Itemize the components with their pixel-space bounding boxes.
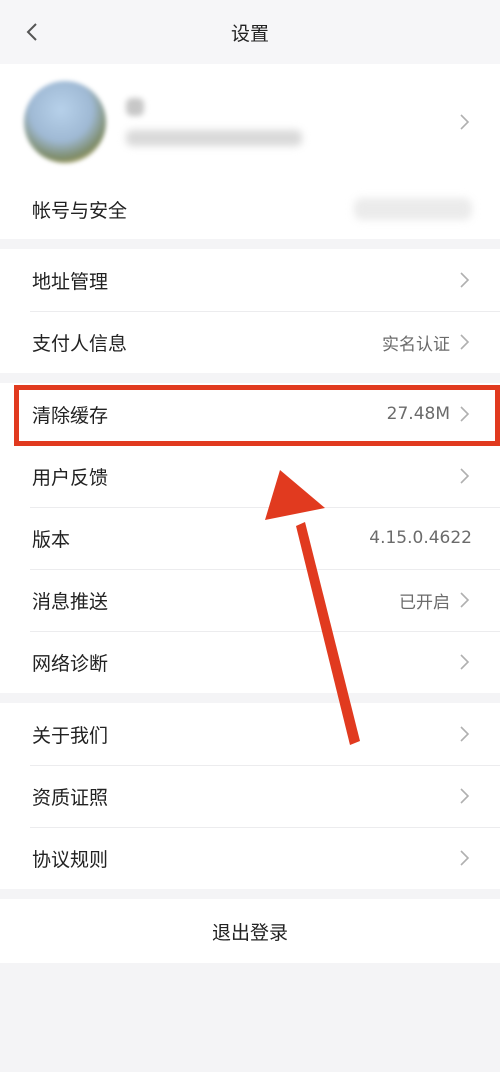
chevron-right-icon bbox=[460, 654, 470, 670]
row-label: 帐号与安全 bbox=[32, 199, 128, 222]
settings-group-3: 关于我们 资质证照 协议规则 bbox=[0, 703, 500, 889]
row-right: 实名认证 bbox=[382, 330, 472, 355]
cache-size-value: 27.48M bbox=[386, 404, 450, 424]
back-button[interactable] bbox=[18, 18, 46, 46]
network-diagnosis-row[interactable]: 网络诊断 bbox=[0, 631, 500, 693]
row-right bbox=[458, 467, 472, 485]
push-status-value: 已开启 bbox=[399, 592, 450, 613]
page-title: 设置 bbox=[230, 22, 269, 45]
row-right: 4.15.0.4622 bbox=[369, 528, 472, 548]
clear-cache-row[interactable]: 清除缓存 27.48M bbox=[0, 383, 500, 445]
payer-info-row[interactable]: 支付人信息 实名认证 bbox=[0, 311, 500, 373]
row-label: 消息推送 bbox=[32, 590, 109, 613]
settings-group-2: 清除缓存 27.48M 用户反馈 版本 4.15.0.4622 消息推送 已开启… bbox=[0, 383, 500, 693]
section-gap bbox=[0, 373, 500, 383]
version-row: 版本 4.15.0.4622 bbox=[0, 507, 500, 569]
chevron-right-icon bbox=[460, 788, 470, 804]
row-label: 协议规则 bbox=[32, 848, 109, 871]
chevron-right-icon bbox=[460, 592, 470, 608]
chevron-left-icon bbox=[26, 23, 37, 41]
agreement-rules-row[interactable]: 协议规则 bbox=[0, 827, 500, 889]
section-gap bbox=[0, 889, 500, 899]
chevron-right-icon bbox=[460, 406, 470, 422]
row-label: 清除缓存 bbox=[32, 404, 109, 427]
row-right: 27.48M bbox=[387, 404, 472, 424]
blurred-subtitle bbox=[126, 129, 302, 146]
section-gap bbox=[0, 239, 500, 249]
row-label: 关于我们 bbox=[32, 724, 109, 747]
chevron-right-icon bbox=[460, 334, 470, 350]
row-label: 地址管理 bbox=[32, 270, 109, 293]
row-right bbox=[458, 271, 472, 289]
nav-header: 设置 bbox=[0, 0, 500, 64]
chevron-right-icon bbox=[460, 468, 470, 484]
row-label: 资质证照 bbox=[32, 786, 109, 809]
avatar bbox=[24, 80, 106, 163]
profile-group: 帐号与安全 bbox=[0, 64, 500, 239]
chevron-right-icon bbox=[460, 726, 470, 742]
row-right bbox=[458, 653, 472, 671]
version-value: 4.15.0.4622 bbox=[369, 528, 472, 548]
address-management-row[interactable]: 地址管理 bbox=[0, 249, 500, 311]
row-right: 已开启 bbox=[399, 588, 472, 613]
user-feedback-row[interactable]: 用户反馈 bbox=[0, 445, 500, 507]
row-value: 实名认证 bbox=[382, 334, 450, 355]
profile-info bbox=[24, 80, 302, 163]
chevron-right-icon bbox=[460, 850, 470, 866]
row-label: 支付人信息 bbox=[32, 332, 128, 355]
about-us-row[interactable]: 关于我们 bbox=[0, 703, 500, 765]
logout-label: 退出登录 bbox=[211, 921, 288, 944]
blurred-username bbox=[126, 97, 144, 116]
profile-row[interactable] bbox=[0, 64, 500, 179]
qualifications-row[interactable]: 资质证照 bbox=[0, 765, 500, 827]
row-label: 用户反馈 bbox=[32, 466, 109, 489]
account-security-row[interactable]: 帐号与安全 bbox=[0, 179, 500, 239]
blurred-account-value bbox=[354, 198, 472, 220]
settings-group-1: 地址管理 支付人信息 实名认证 bbox=[0, 249, 500, 373]
push-notification-row[interactable]: 消息推送 已开启 bbox=[0, 569, 500, 631]
section-gap bbox=[0, 693, 500, 703]
chevron-right-icon bbox=[460, 113, 470, 130]
row-label: 版本 bbox=[32, 528, 71, 551]
chevron-right-icon bbox=[460, 272, 470, 288]
profile-text-blurred bbox=[126, 97, 302, 146]
row-label: 网络诊断 bbox=[32, 652, 109, 675]
logout-button[interactable]: 退出登录 bbox=[0, 899, 500, 963]
